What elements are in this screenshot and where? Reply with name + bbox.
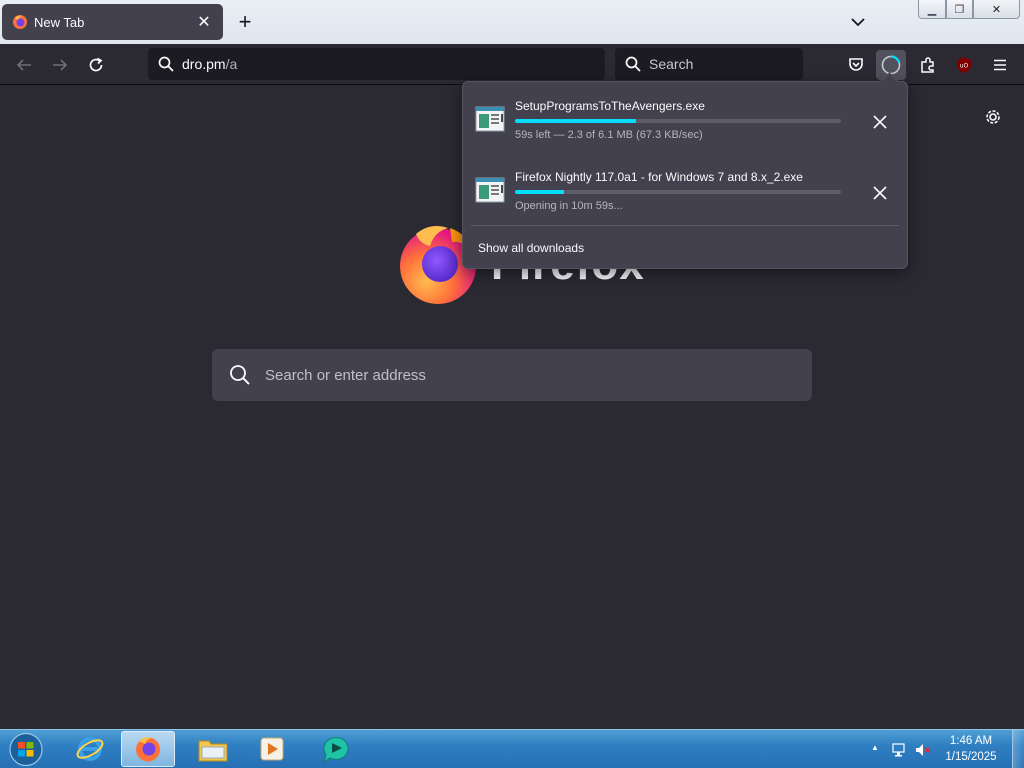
show-hidden-icons-button[interactable]: ▲ xyxy=(871,743,879,752)
url-bar[interactable]: dro.pm/a xyxy=(148,48,605,80)
pocket-button[interactable] xyxy=(841,50,871,80)
volume-muted-icon[interactable] xyxy=(914,742,930,758)
clock-time: 1:46 AM xyxy=(949,735,993,747)
taskbar-internet-explorer[interactable] xyxy=(63,731,117,767)
tab-new-tab[interactable]: New Tab ✕ xyxy=(2,4,223,40)
exe-file-icon xyxy=(475,177,505,203)
download-status: Opening in 10m 59s... xyxy=(515,200,623,212)
download-status: 59s left — 2.3 of 6.1 MB (67.3 KB/sec) xyxy=(515,129,703,141)
download-progress-track xyxy=(515,190,841,194)
download-progress-fill xyxy=(515,119,636,123)
menu-button[interactable] xyxy=(985,50,1015,80)
svg-text:uO: uO xyxy=(960,63,969,70)
download-item[interactable]: SetupProgramsToTheAvengers.exe 59s left … xyxy=(463,91,907,153)
downloads-divider xyxy=(471,225,899,226)
media-player-icon xyxy=(260,737,284,761)
firefox-icon xyxy=(136,737,160,762)
minimize-button[interactable]: ▁ xyxy=(918,0,946,19)
newtab-search-placeholder: Search or enter address xyxy=(265,366,426,384)
download-item[interactable]: Firefox Nightly 117.0a1 - for Windows 7 … xyxy=(463,162,907,224)
taskbar-media-player[interactable] xyxy=(245,731,299,767)
tab-title: New Tab xyxy=(34,14,85,30)
taskbar-firefox[interactable] xyxy=(121,731,175,767)
search-bar-label: Search xyxy=(649,56,694,72)
search-icon xyxy=(158,56,174,72)
menu-icon xyxy=(994,59,1006,71)
show-all-downloads-button[interactable]: Show all downloads xyxy=(471,234,899,262)
ublock-icon: uO xyxy=(957,57,971,73)
list-all-tabs-button[interactable] xyxy=(846,10,870,34)
nav-toolbar: dro.pm/a Search uO xyxy=(0,44,1024,85)
file-explorer-icon xyxy=(198,740,228,762)
new-tab-button[interactable]: + xyxy=(232,8,258,36)
gear-icon[interactable] xyxy=(982,106,1004,128)
close-window-button[interactable]: ✕ xyxy=(973,0,1020,19)
maximize-button[interactable]: ❐ xyxy=(946,0,973,19)
cancel-download-button[interactable] xyxy=(867,109,893,135)
forward-button[interactable] xyxy=(45,50,75,80)
url-path: /a xyxy=(225,56,238,72)
screen: New Tab ✕ + ▁ ❐ ✕ dro.pm/a Search uO Sea… xyxy=(0,0,1024,768)
url-host: dro.pm xyxy=(182,56,226,72)
ublock-button[interactable]: uO xyxy=(949,50,979,80)
downloads-panel: SetupProgramsToTheAvengers.exe 59s left … xyxy=(462,81,908,269)
taskbar-chat-app[interactable] xyxy=(309,731,363,767)
back-arrow-icon xyxy=(16,59,31,71)
taskbar-file-explorer[interactable] xyxy=(186,731,240,767)
system-tray: ▲ 1:46 AM 1/15/2025 xyxy=(864,730,1024,768)
cancel-download-button[interactable] xyxy=(867,180,893,206)
search-icon xyxy=(230,365,250,385)
download-filename: Firefox Nightly 117.0a1 - for Windows 7 … xyxy=(515,170,803,184)
pocket-icon xyxy=(849,58,863,71)
network-icon[interactable] xyxy=(892,742,908,758)
internet-explorer-icon xyxy=(76,737,104,761)
extensions-button[interactable] xyxy=(913,50,943,80)
download-filename: SetupProgramsToTheAvengers.exe xyxy=(515,99,705,113)
newtab-search-box[interactable]: Search or enter address xyxy=(212,349,812,401)
clock-date: 1/15/2025 xyxy=(945,751,997,763)
downloads-icon xyxy=(881,55,901,75)
exe-file-icon xyxy=(475,106,505,132)
back-button[interactable] xyxy=(9,50,39,80)
search-bar[interactable]: Search xyxy=(615,48,803,80)
search-icon xyxy=(625,56,641,72)
chat-app-icon xyxy=(323,737,349,764)
show-desktop-button[interactable] xyxy=(1012,730,1024,768)
firefox-icon xyxy=(13,15,27,29)
close-icon xyxy=(873,115,887,129)
forward-arrow-icon xyxy=(53,59,68,71)
start-button-icon[interactable] xyxy=(6,731,46,768)
extensions-icon xyxy=(921,57,934,73)
close-icon xyxy=(873,186,887,200)
taskbar: ▲ 1:46 AM 1/15/2025 xyxy=(0,729,1024,768)
url-text: dro.pm/a xyxy=(182,56,237,72)
tab-strip: New Tab ✕ + ▁ ❐ ✕ xyxy=(0,0,1024,44)
reload-icon xyxy=(89,57,103,72)
window-controls: ▁ ❐ ✕ xyxy=(918,0,1024,20)
tab-close-icon[interactable]: ✕ xyxy=(195,12,213,32)
chevron-down-icon xyxy=(851,18,865,27)
download-progress-track xyxy=(515,119,841,123)
reload-button[interactable] xyxy=(81,50,111,80)
taskbar-clock[interactable]: 1:46 AM 1/15/2025 xyxy=(936,733,1006,765)
download-progress-fill xyxy=(515,190,564,194)
